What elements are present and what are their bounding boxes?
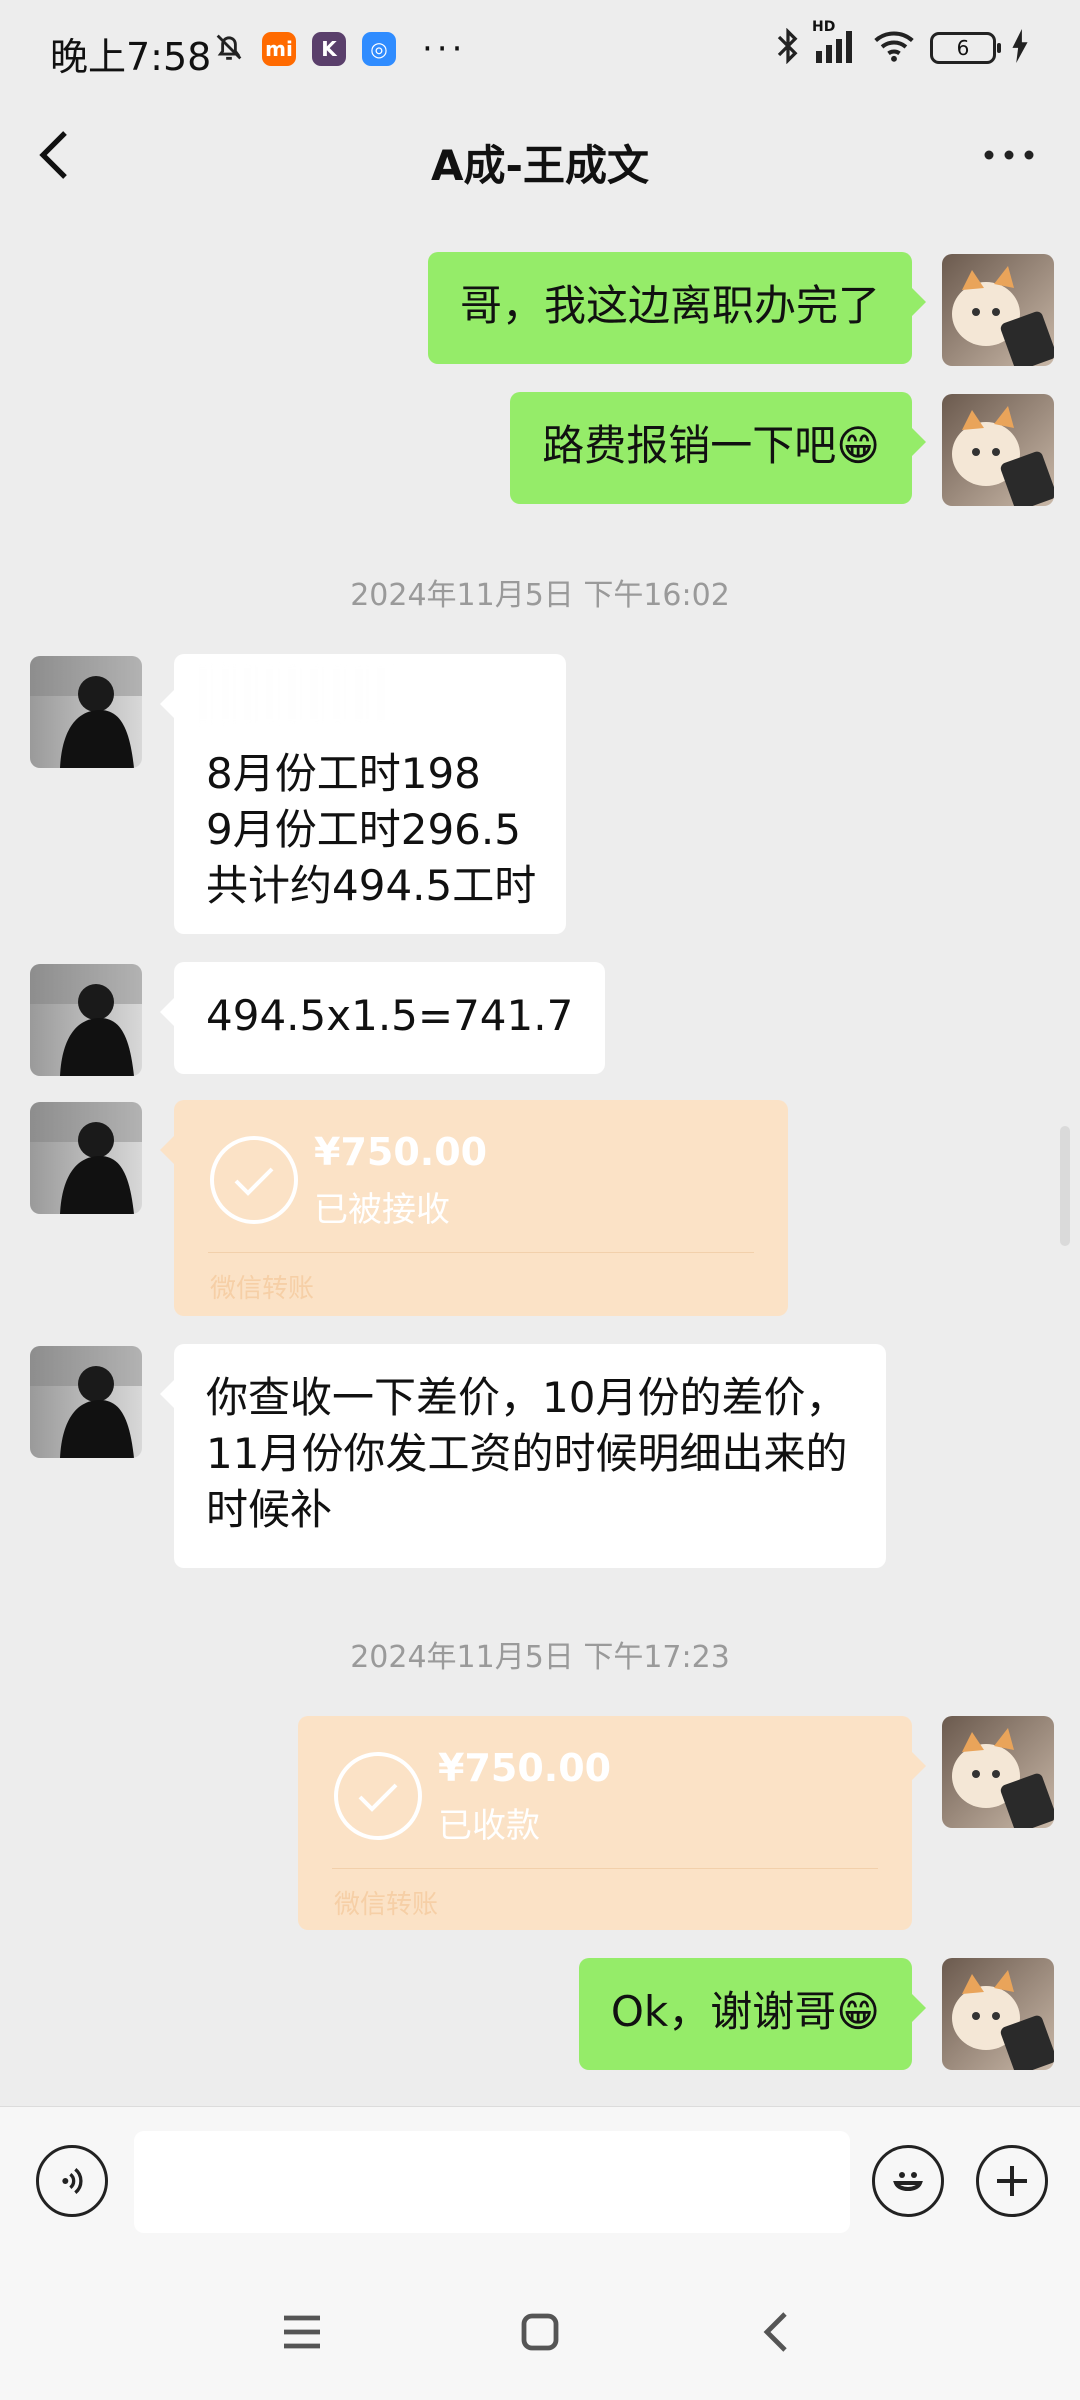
message-bubble[interactable]: 哥，我这边离职办完了 [427, 252, 927, 364]
emoji-button[interactable] [872, 2145, 944, 2217]
check-circle-icon [334, 1752, 422, 1840]
message-text-line: 11月份你发工资的时候明细出来的 [206, 1429, 848, 1478]
chevron-left-icon [763, 2312, 787, 2352]
transfer-amount: ¥750.00 [438, 1746, 612, 1790]
bluetooth-icon [776, 27, 800, 68]
status-left-icons: mi K ◎ ··· [212, 30, 466, 68]
avatar[interactable] [30, 964, 142, 1076]
menu-nav-button[interactable] [262, 2292, 342, 2372]
message-text: 哥，我这边离职办完了 [459, 281, 880, 330]
message-text-line: 9月份工时296.5 [206, 805, 521, 854]
transfer-footer: 微信转账 [210, 1274, 315, 1304]
message-bubble[interactable]: 494.5x1.5=741.7 [159, 962, 606, 1074]
battery-icon: 6 [930, 32, 1001, 64]
avatar[interactable] [942, 254, 1054, 366]
message-text-line: 共计约494.5工时 [206, 861, 537, 910]
message-text-line: 你查收一下差价，10月份的差价， [206, 1373, 848, 1422]
app-icon: ◎ [362, 32, 396, 66]
back-nav-button[interactable] [736, 2292, 816, 2372]
divider [332, 1868, 878, 1869]
charging-icon [1010, 29, 1030, 67]
bell-muted-icon [212, 30, 246, 68]
home-nav-button[interactable] [500, 2292, 580, 2372]
chat-title: A成-王成文 [431, 141, 649, 190]
avatar[interactable] [942, 1958, 1054, 2070]
timestamp: 2024年11月5日 下午17:23 [350, 1640, 730, 1675]
avatar[interactable] [30, 1102, 142, 1214]
message-text-line: 8月份工时198 [206, 749, 481, 798]
input-bar [0, 2106, 1080, 2256]
message-input[interactable] [134, 2131, 850, 2233]
check-circle-icon [210, 1136, 298, 1224]
k-app-icon: K [312, 32, 346, 66]
signal-hd-label: HD [812, 19, 836, 35]
avatar[interactable] [942, 394, 1054, 506]
status-time: 晚上7:58 [50, 35, 212, 79]
divider [208, 1252, 754, 1253]
transfer-card[interactable]: ¥750.00 已收款 微信转账 [298, 1716, 926, 1930]
redacted-region [194, 664, 394, 724]
menu-icon [284, 2315, 320, 2349]
battery-level: 6 [956, 36, 970, 60]
more-options-button[interactable] [964, 120, 1054, 190]
transfer-amount: ¥750.00 [314, 1130, 488, 1174]
voice-icon [62, 2168, 83, 2194]
timestamp: 2024年11月5日 下午16:02 [350, 578, 730, 613]
mi-app-icon: mi [262, 32, 296, 66]
more-dots-icon: ··· [422, 29, 467, 69]
status-bar: 晚上7:58 mi K ◎ ··· HD 6 [0, 0, 1080, 96]
voice-button[interactable] [36, 2145, 108, 2217]
status-right-icons: HD 6 [776, 19, 1030, 68]
home-square-icon [521, 2313, 559, 2351]
plus-button[interactable] [976, 2145, 1048, 2217]
avatar[interactable] [30, 1346, 142, 1458]
scrollbar-thumb[interactable] [1060, 1126, 1070, 1246]
more-dots-icon [984, 150, 1034, 160]
plus-icon [997, 2166, 1027, 2196]
transfer-card[interactable]: ¥750.00 已被接收 微信转账 [160, 1100, 788, 1316]
message-bubble[interactable]: 你查收一下差价，10月份的差价， 11月份你发工资的时候明细出来的 时候补 [160, 1344, 886, 1568]
transfer-status: 已被接收 [314, 1190, 450, 1230]
chat-header: A成-王成文 [0, 96, 1080, 218]
signal-icon: HD [812, 19, 858, 67]
message-text: 494.5x1.5=741.7 [206, 991, 574, 1040]
message-text: Ok，谢谢哥😁 [610, 1987, 880, 2036]
avatar[interactable] [942, 1716, 1054, 1828]
message-bubble[interactable]: Ok，谢谢哥😁 [578, 1958, 927, 2070]
wifi-icon [872, 29, 916, 67]
message-bubble[interactable]: 路费报销一下吧😁 [510, 392, 926, 504]
message-text: 路费报销一下吧😁 [542, 421, 880, 470]
avatar[interactable] [30, 656, 142, 768]
system-nav-bar [0, 2256, 1080, 2400]
message-text-line: 时候补 [206, 1485, 333, 1534]
transfer-status: 已收款 [438, 1806, 540, 1846]
message-bubble[interactable]: 8月份工时198 9月份工时296.5 共计约494.5工时 [160, 654, 566, 934]
transfer-footer: 微信转账 [334, 1890, 439, 1920]
emoji-icon [893, 2172, 923, 2191]
